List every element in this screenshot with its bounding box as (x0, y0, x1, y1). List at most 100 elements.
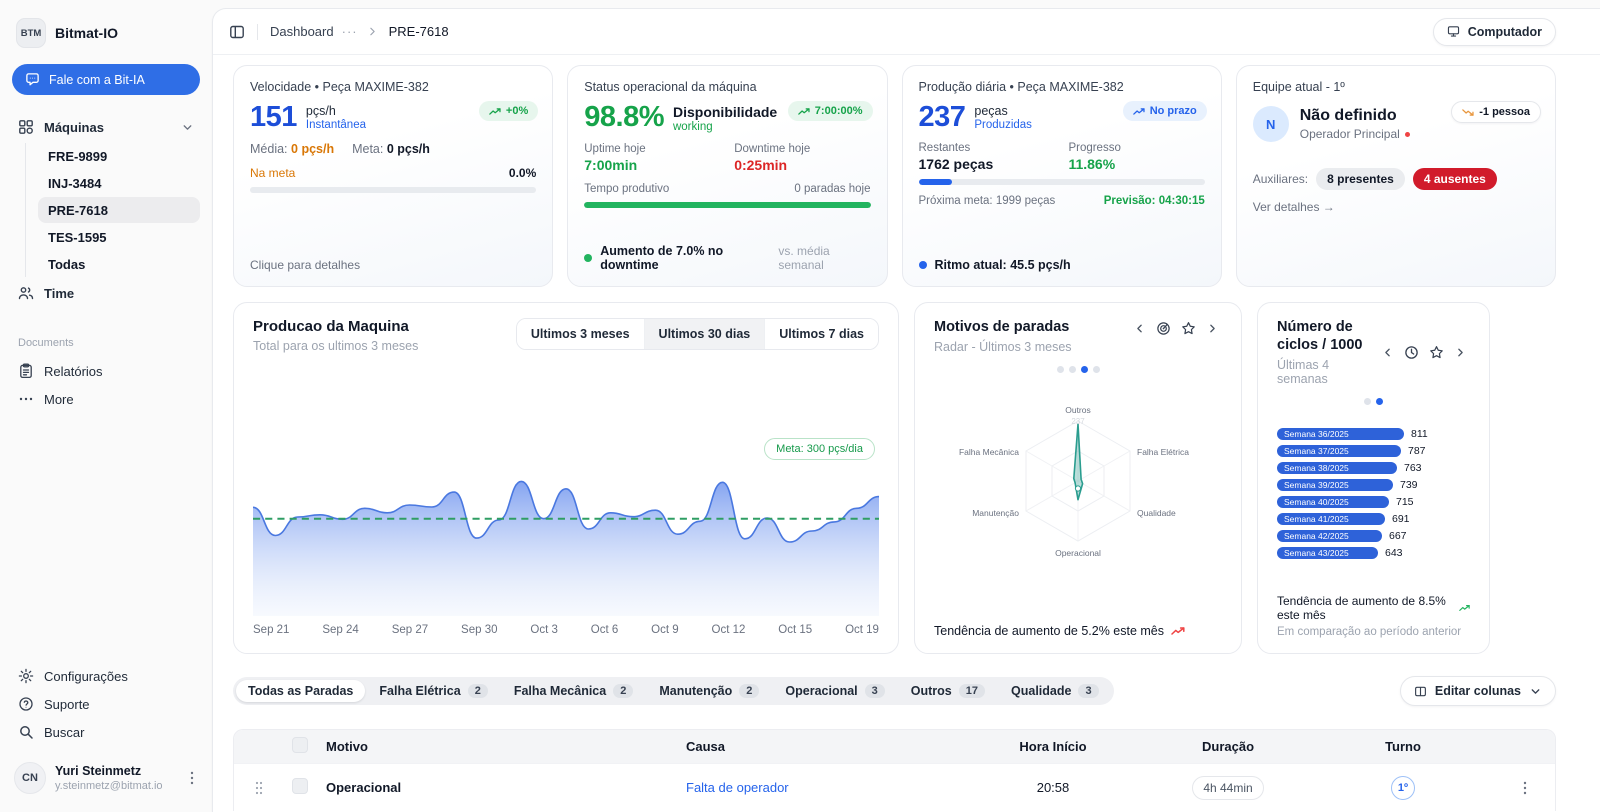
cell-turno: 1º (1318, 776, 1488, 800)
gear-icon (18, 668, 34, 684)
paradas-filter-tabs: Todas as Paradas Falha Elétrica2Falha Mec… (233, 677, 1114, 705)
svg-text:Operacional: Operacional (1055, 548, 1101, 558)
period-tab-ultimos-30-dias[interactable]: Ultimos 30 dias (644, 319, 765, 349)
configuracoes-label: Configurações (44, 669, 128, 684)
header-hora-inicio[interactable]: Hora Início (968, 739, 1138, 754)
sidebar-toggle-icon[interactable] (229, 24, 245, 40)
filter-tab-count: 2 (468, 684, 488, 698)
sidebar-item-pre-7618[interactable]: PRE-7618 (38, 197, 200, 223)
sidebar-item-time[interactable]: Time (12, 279, 200, 307)
radar-chart-icon[interactable] (1153, 318, 1174, 339)
sidebar-item-inj-3484[interactable]: INJ-3484 (38, 170, 200, 196)
sidebar-item-todas[interactable]: Todas (38, 251, 200, 277)
auxiliares-row: Auxiliares: 8 presentes 4 ausentes (1253, 168, 1539, 190)
ciclos-bar-value: 715 (1396, 496, 1414, 508)
presentes-pill: 8 presentes (1316, 168, 1405, 190)
filter-tab-qualidade[interactable]: Qualidade3 (999, 680, 1111, 702)
area-chart: Meta: 300 pçs/dia Sep 21Sep 24Sep 27Sep … (253, 470, 879, 638)
filter-tab-falha-mec-nica[interactable]: Falha Mecânica2 (502, 680, 646, 702)
sidebar-item-fre-9899[interactable]: FRE-9899 (38, 143, 200, 169)
trend-up-icon (1133, 107, 1145, 116)
stat-cards: Velocidade • Peça MAXIME-382 +0% 151 pçs… (233, 65, 1556, 287)
header-causa[interactable]: Causa (678, 739, 968, 754)
header-turno[interactable]: Turno (1318, 739, 1488, 754)
ciclos-bar: Semana 43/2025 (1277, 547, 1378, 559)
editar-colunas-button[interactable]: Editar colunas (1400, 676, 1556, 706)
ciclos-bar-row: Semana 41/2025691 (1277, 512, 1470, 526)
sidebar-item-maquinas[interactable]: Máquinas (12, 113, 200, 141)
radar-subtitle: Radar - Últimos 3 meses (934, 340, 1072, 354)
chevron-right-icon[interactable] (1451, 343, 1470, 362)
chevron-left-icon[interactable] (1378, 343, 1397, 362)
header-duracao[interactable]: Duração (1138, 739, 1318, 754)
causa-link[interactable]: Falta de operador (686, 780, 789, 795)
bit-ia-button[interactable]: Fale com a Bit-IA (12, 64, 200, 95)
green-dot (584, 254, 592, 262)
header-motivo[interactable]: Motivo (318, 739, 678, 754)
star-icon[interactable] (1178, 318, 1199, 339)
period-tab-ultimos-7-dias[interactable]: Ultimos 7 dias (764, 319, 878, 349)
chevron-right-icon[interactable] (1203, 319, 1222, 338)
app-name: Bitmat-IO (55, 25, 118, 41)
carousel-dot[interactable] (1364, 398, 1371, 405)
carousel-dot[interactable] (1057, 366, 1064, 373)
star-icon[interactable] (1426, 342, 1447, 363)
radar-chart: OutrosFalha ElétricaQualidadeOperacional… (934, 375, 1222, 599)
carousel-dot[interactable] (1093, 366, 1100, 373)
period-tab-ultimos-3-meses[interactable]: Ultimos 3 meses (517, 319, 644, 349)
filter-tab-todas-as-paradas[interactable]: Todas as Paradas (236, 680, 365, 702)
filter-tab-outros[interactable]: Outros17 (899, 680, 997, 702)
ver-detalhes-link[interactable]: Ver detalhes → (1253, 200, 1539, 214)
svg-text:Falha Mecânica: Falha Mecânica (959, 447, 1019, 457)
row-kebab-icon[interactable] (1488, 781, 1556, 795)
filter-tab-manuten-o[interactable]: Manutenção2 (647, 680, 771, 702)
ciclos-bar-value: 763 (1404, 462, 1422, 474)
clock-icon[interactable] (1401, 342, 1422, 363)
user-email: y.steinmetz@bitmat.io (55, 780, 163, 792)
main-panel: Dashboard ··· PRE-7618 Computador Veloci… (212, 8, 1600, 812)
operator-role: Operador Principal (1300, 127, 1410, 141)
filter-tab-label: Todas as Paradas (248, 684, 353, 698)
velocidade-card[interactable]: Velocidade • Peça MAXIME-382 +0% 151 pçs… (233, 65, 553, 287)
select-all-checkbox[interactable] (292, 737, 308, 753)
producao-card[interactable]: Produção diária • Peça MAXIME-382 No pra… (902, 65, 1222, 287)
sidebar-item-buscar[interactable]: Buscar (12, 718, 200, 746)
ciclos-bar-chart: Semana 36/2025811Semana 37/2025787Semana… (1277, 427, 1470, 560)
drag-handle[interactable] (234, 781, 284, 795)
velocidade-kv: Média: 0 pçs/h Meta: 0 pçs/h (250, 142, 536, 156)
computador-label: Computador (1468, 25, 1542, 39)
cell-motivo: Operacional (318, 780, 678, 795)
user-kebab-icon[interactable] (186, 767, 198, 789)
sidebar-item-suporte[interactable]: Suporte (12, 690, 200, 718)
sidebar-item-more[interactable]: More (12, 385, 200, 413)
help-icon (18, 696, 34, 712)
breadcrumb-ellipsis[interactable]: ··· (342, 24, 358, 39)
chart-header: Producao da Maquina Total para os ultimo… (253, 318, 879, 353)
breadcrumb-dashboard[interactable]: Dashboard (270, 24, 334, 39)
equipe-title: Equipe atual - 1º (1253, 80, 1539, 94)
time-label: Time (44, 286, 74, 301)
sidebar-item-configuracoes[interactable]: Configurações (12, 662, 200, 690)
carousel-dot[interactable] (1069, 366, 1076, 373)
status-card[interactable]: Status operacional da máquina 7:00:00% 9… (567, 65, 887, 287)
carousel-dot[interactable] (1376, 398, 1383, 405)
equipe-card[interactable]: Equipe atual - 1º -1 pessoa N Não defini… (1236, 65, 1556, 287)
ciclos-toolbar (1378, 342, 1470, 363)
suporte-label: Suporte (44, 697, 90, 712)
filter-tab-operacional[interactable]: Operacional3 (773, 680, 896, 702)
computador-button[interactable]: Computador (1433, 18, 1556, 46)
sidebar-item-relatorios[interactable]: Relatórios (12, 357, 200, 385)
x-tick-label: Sep 24 (322, 624, 358, 636)
carousel-dot[interactable] (1081, 366, 1088, 373)
table-row[interactable]: OperacionalFalta de operador20:584h 44mi… (234, 763, 1555, 811)
chart-subtitle: Total para os ultimos 3 meses (253, 339, 418, 353)
ciclos-carousel-dots (1277, 398, 1470, 405)
filter-tab-falha-el-trica[interactable]: Falha Elétrica2 (367, 680, 499, 702)
row-checkbox[interactable] (292, 778, 308, 794)
x-tick-label: Sep 30 (461, 624, 497, 636)
sidebar-item-tes-1595[interactable]: TES-1595 (38, 224, 200, 250)
operator-avatar: N (1253, 106, 1289, 142)
chevron-left-icon[interactable] (1130, 319, 1149, 338)
user-menu[interactable]: CN Yuri Steinmetz y.steinmetz@bitmat.io (12, 758, 200, 798)
ciclos-bar-value: 691 (1392, 513, 1410, 525)
